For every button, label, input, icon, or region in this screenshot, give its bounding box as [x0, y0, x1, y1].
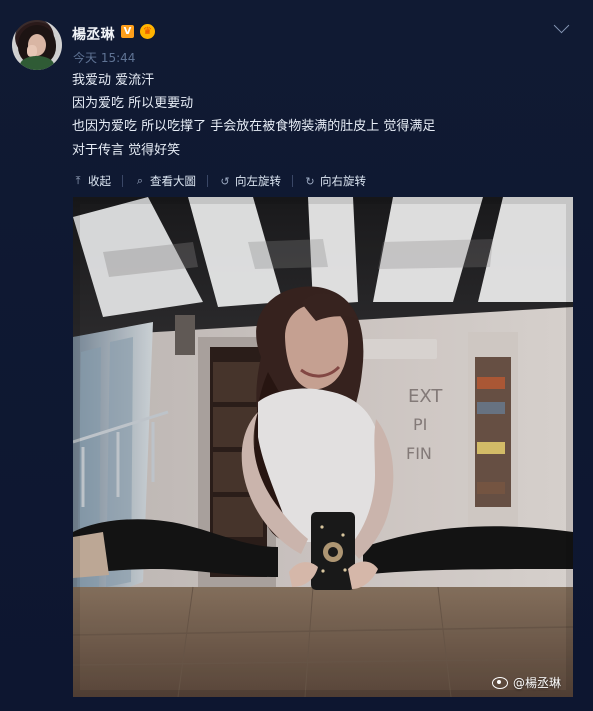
post-text: 我爱动 爱流汗 因为爱吃 所以更要动 也因为爱吃 所以吃撑了 手会放在被食物装满… [72, 69, 572, 162]
post-photo[interactable]: EXT PI FIN @楊丞琳 [73, 197, 573, 697]
action-divider [207, 175, 208, 187]
verified-badge: V [121, 25, 134, 38]
weibo-logo-icon [491, 676, 508, 689]
view-large-button[interactable]: ⌕ 查看大圖 [134, 173, 196, 189]
rotate-left-button[interactable]: ↺ 向左旋转 [219, 173, 281, 189]
rotate-left-icon: ↺ [220, 174, 230, 188]
weibo-post-page: 楊丞琳 V ♛ 今天 15:44 我爱动 爱流汗 因为爱吃 所以更要动 也因为爱… [0, 0, 593, 711]
collapse-icon: ⤒ [75, 174, 81, 187]
collapse-button[interactable]: ⤒ 收起 [72, 173, 111, 189]
post-line: 对于传言 觉得好笑 [72, 142, 181, 158]
action-divider [122, 175, 123, 187]
photo-watermark: @楊丞琳 [491, 674, 561, 691]
username[interactable]: 楊丞琳 [72, 24, 115, 44]
rotate-right-icon: ↻ [305, 174, 315, 188]
post-line: 也因为爱吃 所以吃撑了 手会放在被食物装满的肚皮上 觉得满足 [72, 119, 436, 135]
view-large-label: 查看大圖 [150, 174, 196, 188]
post-line: 因为爱吃 所以更要动 [72, 96, 194, 112]
photo-scene: EXT PI FIN [73, 197, 573, 697]
post-timestamp: 今天 15:44 [73, 51, 136, 65]
rotate-left-label: 向左旋转 [235, 174, 281, 188]
avatar-shirt [20, 56, 54, 70]
rotate-right-label: 向右旋转 [320, 174, 366, 188]
collapse-label: 收起 [88, 174, 111, 188]
image-actions-bar: ⤒ 收起 ⌕ 查看大圖 ↺ 向左旋转 ↻ 向右旋转 [72, 172, 366, 190]
avatar[interactable] [12, 20, 62, 70]
action-divider [292, 175, 293, 187]
photo-watermark-label: @楊丞琳 [512, 676, 561, 690]
rotate-right-button[interactable]: ↻ 向右旋转 [304, 173, 366, 189]
search-icon: ⌕ [136, 174, 144, 187]
chevron-down-icon[interactable] [553, 17, 570, 34]
crown-badge: ♛ [140, 24, 155, 39]
post-line: 我爱动 爱流汗 [72, 73, 155, 88]
